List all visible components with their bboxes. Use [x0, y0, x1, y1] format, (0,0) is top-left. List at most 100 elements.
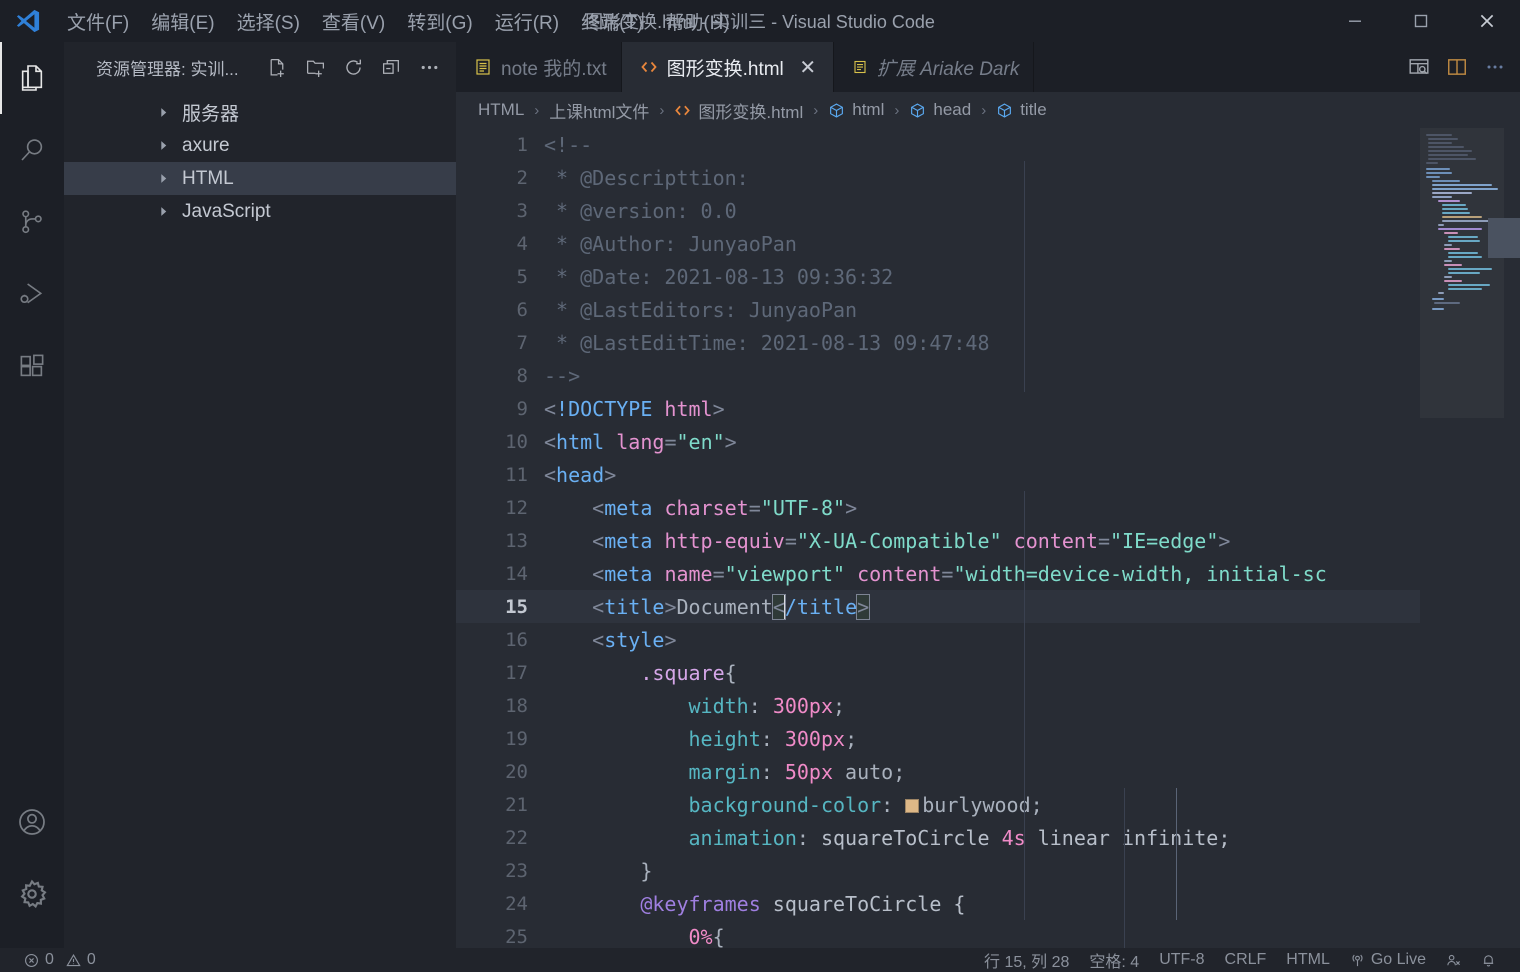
breadcrumb-separator: ›: [659, 101, 665, 119]
menu-selection[interactable]: 选择(S): [226, 0, 311, 42]
code-line[interactable]: 24 @keyframes squareToCircle {: [456, 887, 1520, 920]
code-line[interactable]: 21 background-color: burlywood;: [456, 788, 1520, 821]
remote-window-icon[interactable]: [1436, 948, 1471, 972]
editor-scrollbar[interactable]: [1504, 128, 1520, 948]
go-live-button[interactable]: Go Live: [1340, 948, 1436, 972]
code-line[interactable]: 19 height: 300px;: [456, 722, 1520, 755]
extensions-list-icon: [852, 59, 868, 75]
status-bar: 0 0 行 15, 列 28 空格: 4 UTF-8 CRLF HTML Go …: [0, 948, 1520, 972]
menu-edit[interactable]: 编辑(E): [140, 0, 225, 42]
code-line[interactable]: 8 -->: [456, 359, 1520, 392]
files-explorer-icon[interactable]: [0, 42, 64, 114]
line-number: 5: [516, 265, 528, 288]
chevron-right-icon[interactable]: [154, 170, 172, 188]
code-line[interactable]: 3 * @version: 0.0: [456, 194, 1520, 227]
minimap-scroll-thumb[interactable]: [1488, 218, 1504, 258]
tab-tuxingbianhuan-html[interactable]: 图形变换.html ✕: [621, 42, 834, 92]
line-number: 8: [516, 364, 528, 387]
menu-view[interactable]: 查看(V): [311, 0, 396, 42]
code-line[interactable]: 2 * @Descripttion:: [456, 161, 1520, 194]
notifications-bell-icon[interactable]: [1471, 948, 1506, 972]
run-and-debug-icon[interactable]: [0, 258, 64, 330]
line-number: 25: [505, 925, 528, 948]
eol-status[interactable]: CRLF: [1215, 948, 1277, 972]
code-line[interactable]: 10 <html lang="en">: [456, 425, 1520, 458]
menu-go[interactable]: 转到(G): [396, 0, 483, 42]
code-line[interactable]: 14 <meta name="viewport" content="width=…: [456, 557, 1520, 590]
source-control-icon[interactable]: [0, 186, 64, 258]
menu-run[interactable]: 运行(R): [484, 0, 570, 42]
comment-guide: [1024, 161, 1025, 392]
line-content: <title>Document</title>: [592, 593, 871, 620]
tree-item-javascript[interactable]: JavaScript: [64, 195, 456, 228]
indentation-status[interactable]: 空格: 4: [1079, 948, 1149, 972]
cursor-position[interactable]: 行 15, 列 28: [974, 948, 1079, 972]
tree-item-server[interactable]: 服务器: [64, 96, 456, 129]
menu-terminal[interactable]: 终端(T): [570, 0, 654, 42]
code-line[interactable]: 1 <!--: [456, 128, 1520, 161]
encoding-status[interactable]: UTF-8: [1149, 948, 1214, 972]
tab-label: 图形变换.html: [666, 58, 784, 80]
code-line[interactable]: 5 * @Date: 2021-08-13 09:36:32: [456, 260, 1520, 293]
open-preview-icon[interactable]: [1402, 50, 1436, 84]
code-line[interactable]: 16 <style>: [456, 623, 1520, 656]
tree-item-html[interactable]: HTML: [64, 162, 456, 195]
code-line[interactable]: 22 animation: squareToCircle 4s linear i…: [456, 821, 1520, 854]
breadcrumb-item-symbol-title[interactable]: title: [994, 100, 1048, 120]
line-number: 16: [505, 628, 528, 651]
more-actions-icon[interactable]: [410, 48, 448, 86]
tree-item-axure[interactable]: axure: [64, 129, 456, 162]
tab-note-txt[interactable]: note 我的.txt: [456, 42, 622, 92]
account-icon[interactable]: [0, 786, 64, 858]
menu-file[interactable]: 文件(F): [56, 0, 140, 42]
breadcrumb-item-html-folder[interactable]: HTML: [476, 100, 526, 120]
code-line[interactable]: 25 0%{: [456, 920, 1520, 949]
refresh-icon[interactable]: [334, 48, 372, 86]
code-line-current[interactable]: 15 <title>Document</title>: [456, 590, 1520, 623]
code-line[interactable]: 9 <!DOCTYPE html>: [456, 392, 1520, 425]
line-content: * @LastEditTime: 2021-08-13 09:47:48: [544, 330, 990, 355]
close-icon[interactable]: ✕: [797, 56, 819, 79]
split-editor-icon[interactable]: [1440, 50, 1474, 84]
line-number: 11: [505, 463, 528, 486]
menu-help[interactable]: 帮助(H): [654, 0, 740, 42]
more-actions-icon[interactable]: [1478, 50, 1512, 84]
editor-actions: [1402, 42, 1512, 92]
breadcrumb-item-course-folder[interactable]: 上课html文件: [547, 98, 651, 123]
minimap[interactable]: [1420, 128, 1504, 948]
chevron-right-icon[interactable]: [154, 137, 172, 155]
scrollbar-thumb[interactable]: [1504, 218, 1520, 258]
breadcrumb-item-symbol-html[interactable]: html: [826, 100, 886, 120]
chevron-right-icon[interactable]: [154, 104, 172, 122]
code-line[interactable]: 17 .square{: [456, 656, 1520, 689]
breadcrumb-item-symbol-head[interactable]: head: [907, 100, 973, 120]
collapse-all-icon[interactable]: [372, 48, 410, 86]
new-folder-icon[interactable]: [296, 48, 334, 86]
code-line[interactable]: 23 }: [456, 854, 1520, 887]
search-icon[interactable]: [0, 114, 64, 186]
extensions-icon[interactable]: [0, 330, 64, 402]
code-line[interactable]: 4 * @Author: JunyaoPan: [456, 227, 1520, 260]
code-line[interactable]: 18 width: 300px;: [456, 689, 1520, 722]
code-line[interactable]: 13 <meta http-equiv="X-UA-Compatible" co…: [456, 524, 1520, 557]
new-file-icon[interactable]: [258, 48, 296, 86]
language-mode-status[interactable]: HTML: [1276, 948, 1340, 972]
indent-guide: [1124, 788, 1125, 948]
code-line[interactable]: 12 <meta charset="UTF-8">: [456, 491, 1520, 524]
gear-icon[interactable]: [0, 858, 64, 930]
code-editor[interactable]: 1 <!-- 2 * @Descripttion: 3 * @version: …: [456, 128, 1520, 948]
tab-extension-ariake-dark[interactable]: 扩展 Ariake Dark: [833, 42, 1035, 92]
close-button[interactable]: [1454, 0, 1520, 42]
code-line[interactable]: 11 <head>: [456, 458, 1520, 491]
chevron-right-icon[interactable]: [154, 203, 172, 221]
maximize-button[interactable]: [1388, 0, 1454, 42]
line-number: 1: [516, 133, 528, 156]
problems-status[interactable]: 0 0: [14, 948, 106, 972]
minimize-button[interactable]: [1322, 0, 1388, 42]
code-line[interactable]: 7 * @LastEditTime: 2021-08-13 09:47:48: [456, 326, 1520, 359]
code-line[interactable]: 6 * @LastEditors: JunyaoPan: [456, 293, 1520, 326]
line-number: 6: [516, 298, 528, 321]
code-line[interactable]: 20 margin: 50px auto;: [456, 755, 1520, 788]
line-number: 9: [516, 397, 528, 420]
breadcrumb-item-file[interactable]: 图形变换.html: [672, 98, 805, 123]
